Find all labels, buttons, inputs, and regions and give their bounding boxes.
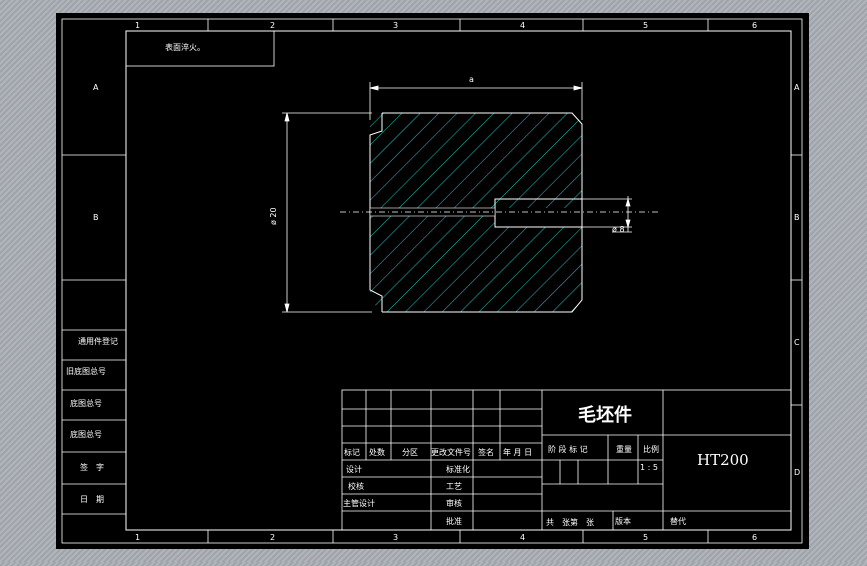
stage-label: 阶 段 标 记 — [548, 444, 588, 454]
scale-value: 1 : 5 — [640, 463, 658, 472]
zone-col-3-bottom: 3 — [393, 533, 398, 542]
zone-row-d-right: D — [794, 468, 800, 477]
zone-col-1-top: 1 — [135, 21, 140, 30]
left-cell-date: 日 期 — [80, 495, 104, 504]
part-name: 毛坯件 — [578, 404, 632, 426]
dim-width-label: a — [469, 75, 474, 84]
left-cell-signature: 签 字 — [80, 462, 104, 472]
left-cell-base-drawing: 底图总号 — [70, 429, 102, 439]
cad-viewport[interactable]: 1 2 3 4 5 6 1 2 3 4 5 6 A B A B C D 通用件登… — [0, 0, 867, 562]
hatch-lower — [370, 227, 582, 312]
row-standardize: 标准化 — [446, 464, 470, 474]
technical-note: 表面淬火。 — [165, 42, 205, 52]
header-zone: 分区 — [402, 448, 418, 457]
sheet-label: 共 张第 张 — [546, 517, 594, 527]
zone-row-a-right: A — [794, 83, 800, 92]
header-change-doc: 更改文件号 — [431, 447, 471, 457]
zone-row-b-left: B — [93, 213, 99, 222]
scale-label: 比例 — [643, 444, 659, 454]
header-mark: 标记 — [344, 447, 360, 457]
dim-hole-label: ø 8 — [612, 225, 625, 234]
zone-col-1-bottom: 1 — [135, 533, 140, 542]
row-review: 审核 — [446, 498, 462, 508]
version-label: 版本 — [615, 516, 631, 526]
zone-col-4-bottom: 4 — [520, 533, 525, 542]
weight-label: 重量 — [616, 444, 632, 454]
left-cell-drawing-no: 底图总号 — [70, 398, 102, 408]
zone-col-2-bottom: 2 — [270, 533, 275, 542]
zone-row-b-right: B — [794, 213, 800, 222]
zone-col-5-top: 5 — [643, 21, 648, 30]
row-approve: 批准 — [446, 516, 462, 526]
hatch-upper — [370, 113, 582, 208]
zone-col-3-top: 3 — [393, 21, 398, 30]
header-count: 处数 — [369, 447, 385, 457]
dim-diameter-label: ø 20 — [269, 207, 278, 225]
zone-col-6-top: 6 — [752, 21, 757, 30]
zone-row-c-right: C — [794, 338, 800, 347]
zone-row-a-left: A — [93, 83, 99, 92]
left-cell-general-register: 通用件登记 — [78, 336, 118, 346]
replace-label: 替代 — [670, 516, 686, 526]
header-signature: 签名 — [478, 447, 494, 457]
zone-col-4-top: 4 — [520, 21, 525, 30]
drawing-canvas: 1 2 3 4 5 6 1 2 3 4 5 6 A B A B C D 通用件登… — [56, 13, 809, 549]
header-date: 年 月 日 — [503, 447, 532, 457]
zone-col-6-bottom: 6 — [752, 533, 757, 542]
row-chief-design: 主管设计 — [343, 498, 375, 508]
left-cell-old-drawing-no: 旧底图总号 — [66, 366, 106, 376]
zone-col-2-top: 2 — [270, 21, 275, 30]
row-check: 校核 — [348, 481, 364, 491]
row-design: 设计 — [346, 464, 362, 474]
material: HT200 — [697, 451, 749, 469]
row-process: 工艺 — [446, 482, 462, 491]
zone-col-5-bottom: 5 — [643, 533, 648, 542]
